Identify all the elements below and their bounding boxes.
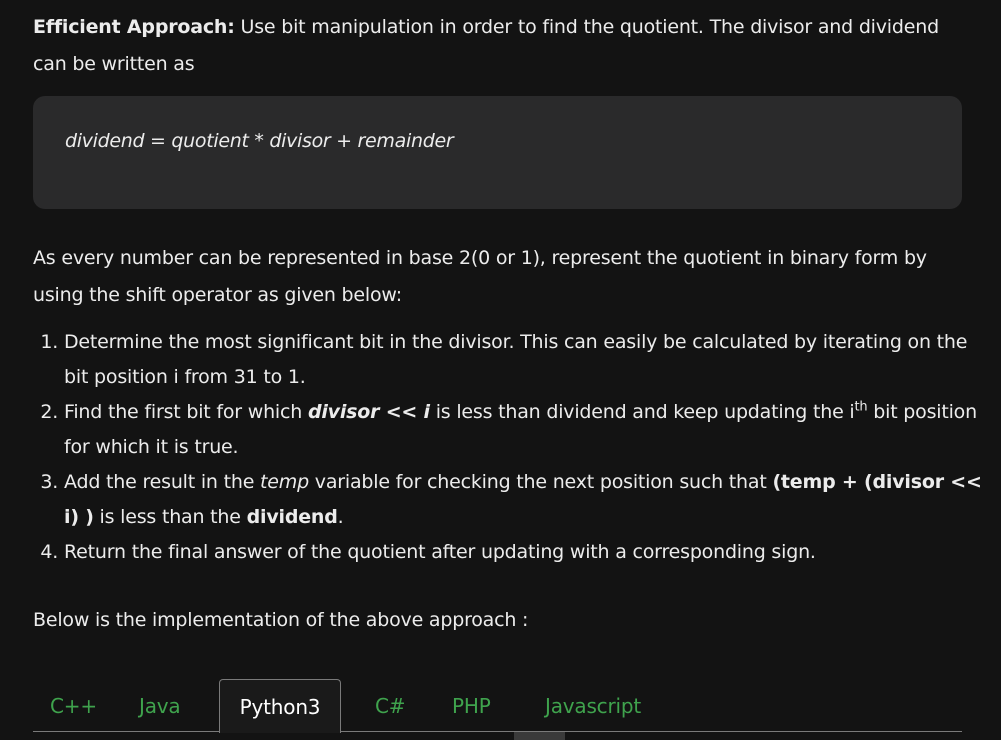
tab-cpp[interactable]: C++: [50, 679, 97, 731]
step-4: Return the final answer of the quotient …: [64, 535, 984, 570]
intro-paragraph: Efficient Approach: Use bit manipulation…: [33, 9, 963, 83]
tab-php[interactable]: PHP: [452, 679, 491, 731]
dividend-term: dividend: [246, 506, 338, 528]
formula-block: dividend = quotient * divisor + remainde…: [33, 96, 962, 209]
step-1: Determine the most significant bit in th…: [64, 325, 984, 395]
steps-list: Determine the most significant bit in th…: [33, 325, 984, 570]
tab-csharp[interactable]: C#: [375, 679, 406, 731]
tab-javascript[interactable]: Javascript: [545, 679, 641, 731]
tab-java[interactable]: Java: [139, 679, 181, 731]
tab-python3[interactable]: Python3: [219, 679, 341, 733]
binary-paragraph: As every number can be represented in ba…: [33, 247, 927, 306]
temp-variable: temp: [260, 471, 309, 493]
tabs-divider: [33, 731, 962, 732]
divisor-shift-expression: divisor << i: [307, 401, 430, 423]
implementation-intro: Below is the implementation of the above…: [33, 609, 529, 631]
step-2: Find the first bit for which divisor << …: [64, 395, 984, 465]
language-tabs: C++ Java Python3 C# PHP Javascript: [33, 679, 962, 740]
intro-heading: Efficient Approach:: [33, 16, 235, 38]
step-3: Add the result in the temp variable for …: [64, 465, 984, 535]
code-scrollbar-thumb[interactable]: [514, 732, 565, 740]
formula-text: dividend = quotient * divisor + remainde…: [65, 130, 454, 152]
